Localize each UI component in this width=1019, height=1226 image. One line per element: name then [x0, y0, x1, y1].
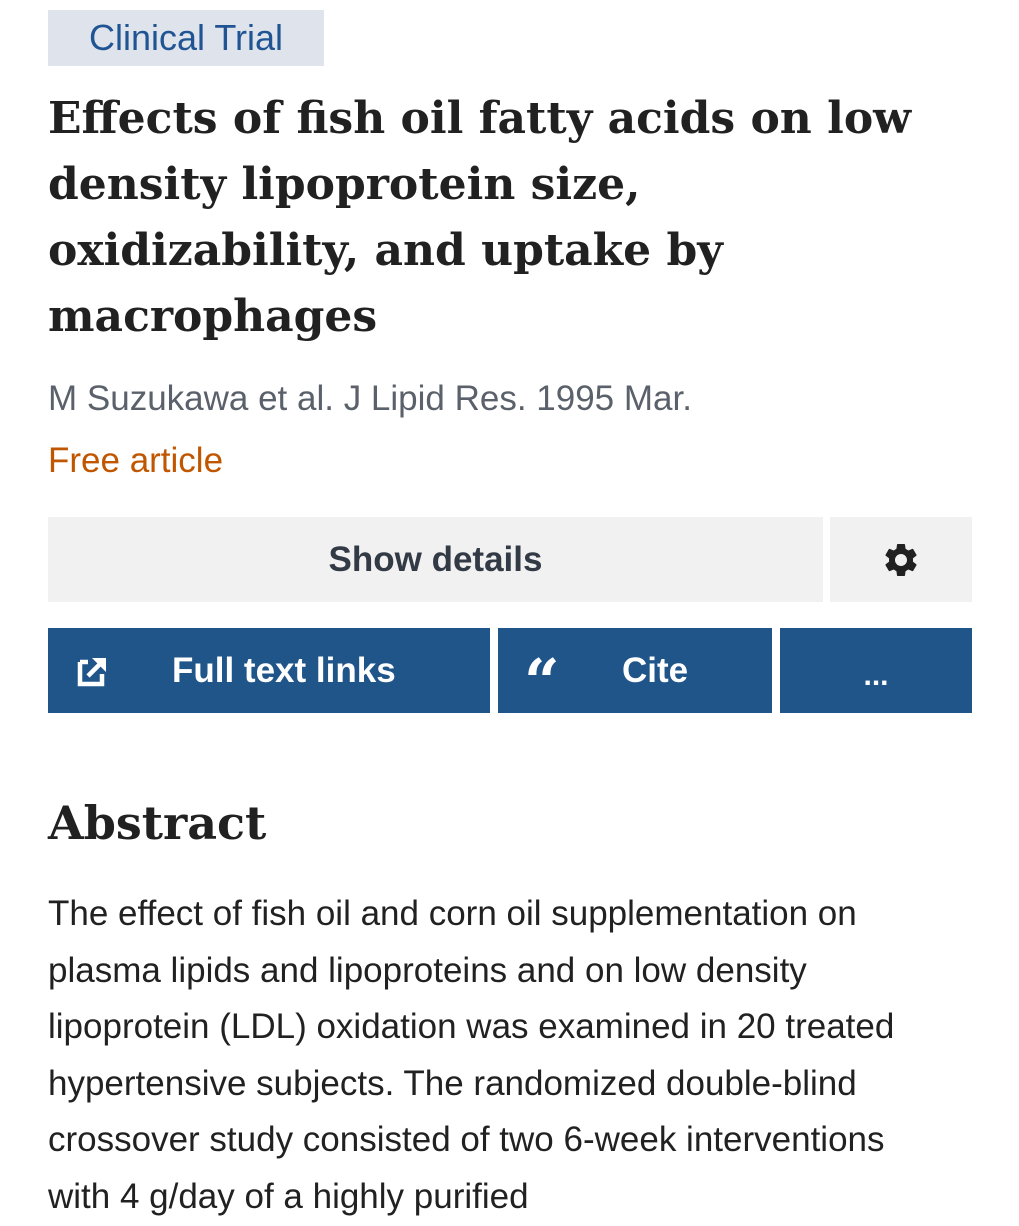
external-link-icon — [76, 628, 110, 713]
full-text-links-button[interactable]: Full text links — [48, 628, 490, 713]
article-citation[interactable]: M Suzukawa et al. J Lipid Res. 1995 Mar. — [48, 376, 692, 422]
full-text-links-label: Full text links — [172, 651, 396, 690]
display-options-button[interactable] — [830, 517, 972, 602]
quote-icon: “ — [524, 628, 560, 718]
show-details-button[interactable]: Show details — [48, 517, 823, 602]
quote-glyph: “ — [524, 645, 560, 718]
publication-type-badge[interactable]: Clinical Trial — [48, 10, 324, 66]
more-actions-label: ... — [863, 659, 889, 692]
cite-label: Cite — [622, 651, 689, 690]
abstract-text: The effect of fish oil and corn oil supp… — [48, 894, 895, 1216]
abstract-heading: Abstract — [48, 796, 267, 850]
free-article-label: Free article — [48, 441, 224, 480]
cite-button[interactable]: “ Cite — [498, 628, 772, 718]
article-title: Effects of fish oil fatty acids on low d… — [48, 93, 912, 342]
more-actions-button[interactable]: ... — [780, 628, 972, 713]
gear-icon — [881, 540, 921, 580]
